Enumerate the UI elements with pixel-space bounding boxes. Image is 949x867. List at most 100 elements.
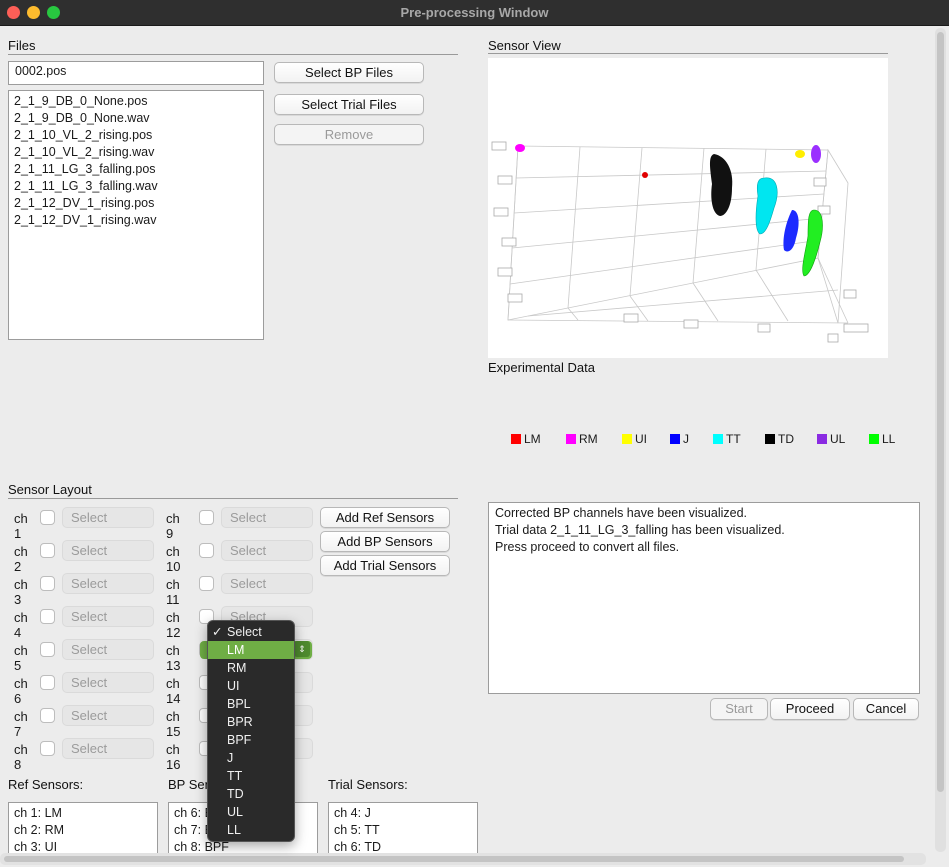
- horizontal-scrollbar[interactable]: [0, 853, 926, 865]
- channel-checkbox[interactable]: [40, 576, 55, 591]
- remove-button[interactable]: Remove: [274, 124, 424, 145]
- dropdown-option-label: Select: [227, 625, 262, 639]
- channel-select[interactable]: Select: [221, 540, 313, 561]
- file-list-item[interactable]: 2_1_10_VL_2_rising.pos: [14, 127, 258, 144]
- legend-item: LL: [869, 432, 895, 446]
- sensor-list-item[interactable]: ch 4: J: [334, 805, 472, 822]
- files-heading: Files: [8, 38, 36, 53]
- legend-item: TD: [765, 432, 794, 446]
- channel-select[interactable]: Select: [221, 573, 313, 594]
- channel-checkbox[interactable]: [40, 510, 55, 525]
- dropdown-option-label: UL: [227, 805, 243, 819]
- add-ref-sensors-button[interactable]: Add Ref Sensors: [320, 507, 450, 528]
- dropdown-option[interactable]: ✓ Select: [208, 623, 294, 641]
- file-list[interactable]: 2_1_9_DB_0_None.pos 2_1_9_DB_0_None.wav 2_…: [8, 90, 264, 340]
- vertical-scrollbar[interactable]: [935, 28, 946, 852]
- current-file-field[interactable]: 0002.pos: [8, 61, 264, 85]
- minimize-window-button[interactable]: [27, 6, 40, 19]
- add-bp-sensors-button[interactable]: Add BP Sensors: [320, 531, 450, 552]
- channel-select[interactable]: Select: [62, 672, 154, 693]
- window-title: Pre-processing Window: [400, 5, 549, 20]
- file-list-item[interactable]: 2_1_11_LG_3_falling.pos: [14, 161, 258, 178]
- dropdown-option[interactable]: BPL: [208, 695, 294, 713]
- channel-select[interactable]: Select: [62, 507, 154, 528]
- dropdown-option[interactable]: LL: [208, 821, 294, 839]
- dropdown-option-label: BPL: [227, 697, 251, 711]
- select-bp-files-button[interactable]: Select BP Files: [274, 62, 424, 83]
- add-trial-sensors-button[interactable]: Add Trial Sensors: [320, 555, 450, 576]
- channel-label: ch 5: [14, 643, 28, 673]
- legend-label: LL: [882, 432, 896, 446]
- log-line: Trial data 2_1_11_LG_3_falling has been …: [495, 523, 785, 537]
- log-line: Press proceed to convert all files.: [495, 540, 680, 554]
- channel-checkbox[interactable]: [40, 642, 55, 657]
- status-log[interactable]: Corrected BP channels have been visualiz…: [488, 502, 920, 694]
- channel-select[interactable]: Select: [62, 738, 154, 759]
- channel-label: ch 7: [14, 709, 28, 739]
- dropdown-option[interactable]: TD: [208, 785, 294, 803]
- sensor-layout-divider: [8, 498, 458, 499]
- sensor-dropdown-menu[interactable]: ✓ Select LM RM UI BPL BPR BPF J TT TD UL LL: [207, 620, 295, 842]
- dropdown-option[interactable]: UL: [208, 803, 294, 821]
- channel-select[interactable]: Select: [62, 573, 154, 594]
- channel-checkbox[interactable]: [40, 543, 55, 558]
- sensor-list-item[interactable]: ch 5: TT: [334, 822, 472, 839]
- file-list-item[interactable]: 2_1_9_DB_0_None.pos: [14, 93, 258, 110]
- channel-checkbox[interactable]: [40, 609, 55, 624]
- legend-swatch: [566, 434, 576, 444]
- channel-select[interactable]: Select: [62, 639, 154, 660]
- sensor-view-heading: Sensor View: [488, 38, 561, 53]
- dropdown-option[interactable]: BPR: [208, 713, 294, 731]
- proceed-button[interactable]: Proceed: [770, 698, 850, 720]
- close-window-button[interactable]: [7, 6, 20, 19]
- select-trial-files-button[interactable]: Select Trial Files: [274, 94, 424, 115]
- file-list-item[interactable]: 2_1_11_LG_3_falling.wav: [14, 178, 258, 195]
- channel-label: ch 16: [166, 742, 181, 772]
- ref-sensors-list[interactable]: ch 1: LM ch 2: RM ch 3: UI: [8, 802, 158, 854]
- channel-checkbox[interactable]: [40, 708, 55, 723]
- dropdown-option[interactable]: J: [208, 749, 294, 767]
- channel-select[interactable]: Select: [62, 606, 154, 627]
- horizontal-scroll-thumb[interactable]: [4, 856, 904, 862]
- dropdown-option[interactable]: RM: [208, 659, 294, 677]
- channel-checkbox[interactable]: [40, 741, 55, 756]
- dropdown-option-label: J: [227, 751, 234, 765]
- dropdown-option-label: LL: [227, 823, 241, 837]
- sensor-list-item[interactable]: ch 1: LM: [14, 805, 152, 822]
- channel-select[interactable]: Select: [62, 705, 154, 726]
- file-list-item[interactable]: 2_1_12_DV_1_rising.pos: [14, 195, 258, 212]
- channel-label: ch 10: [166, 544, 181, 574]
- file-list-item[interactable]: 2_1_12_DV_1_rising.wav: [14, 212, 258, 229]
- file-list-item[interactable]: 2_1_9_DB_0_None.wav: [14, 110, 258, 127]
- channel-checkbox[interactable]: [199, 510, 214, 525]
- zoom-window-button[interactable]: [47, 6, 60, 19]
- legend-swatch: [765, 434, 775, 444]
- sensor-list-item[interactable]: ch 6: TD: [334, 839, 472, 853]
- channel-checkbox[interactable]: [40, 675, 55, 690]
- channel-label: ch 9: [166, 511, 180, 541]
- start-button[interactable]: Start: [710, 698, 768, 720]
- legend-swatch: [817, 434, 827, 444]
- file-list-item[interactable]: 2_1_10_VL_2_rising.wav: [14, 144, 258, 161]
- trial-sensors-list[interactable]: ch 4: Jch 5: TT ch 6: TD: [328, 802, 478, 854]
- vertical-scroll-thumb[interactable]: [937, 32, 944, 792]
- dropdown-option-label: BPR: [227, 715, 253, 729]
- dropdown-option[interactable]: TT: [208, 767, 294, 785]
- channel-checkbox[interactable]: [199, 576, 214, 591]
- sensor-3d-view[interactable]: [488, 58, 888, 358]
- legend-item: J: [670, 432, 689, 446]
- channel-select[interactable]: Select: [221, 507, 313, 528]
- dropdown-option[interactable]: BPF: [208, 731, 294, 749]
- channel-label: ch 11: [166, 577, 180, 607]
- legend-item: RM: [566, 432, 598, 446]
- dropdown-option[interactable]: LM: [208, 641, 294, 659]
- channel-label: ch 13: [166, 643, 181, 673]
- sensor-list-item[interactable]: ch 2: RM: [14, 822, 152, 839]
- dropdown-option[interactable]: UI: [208, 677, 294, 695]
- channel-label: ch 1: [14, 511, 28, 541]
- channel-checkbox[interactable]: [199, 543, 214, 558]
- cancel-button[interactable]: Cancel: [853, 698, 919, 720]
- channel-select[interactable]: Select: [62, 540, 154, 561]
- sensor-list-item[interactable]: ch 3: UI: [14, 839, 152, 853]
- dropdown-option-label: LM: [227, 643, 245, 657]
